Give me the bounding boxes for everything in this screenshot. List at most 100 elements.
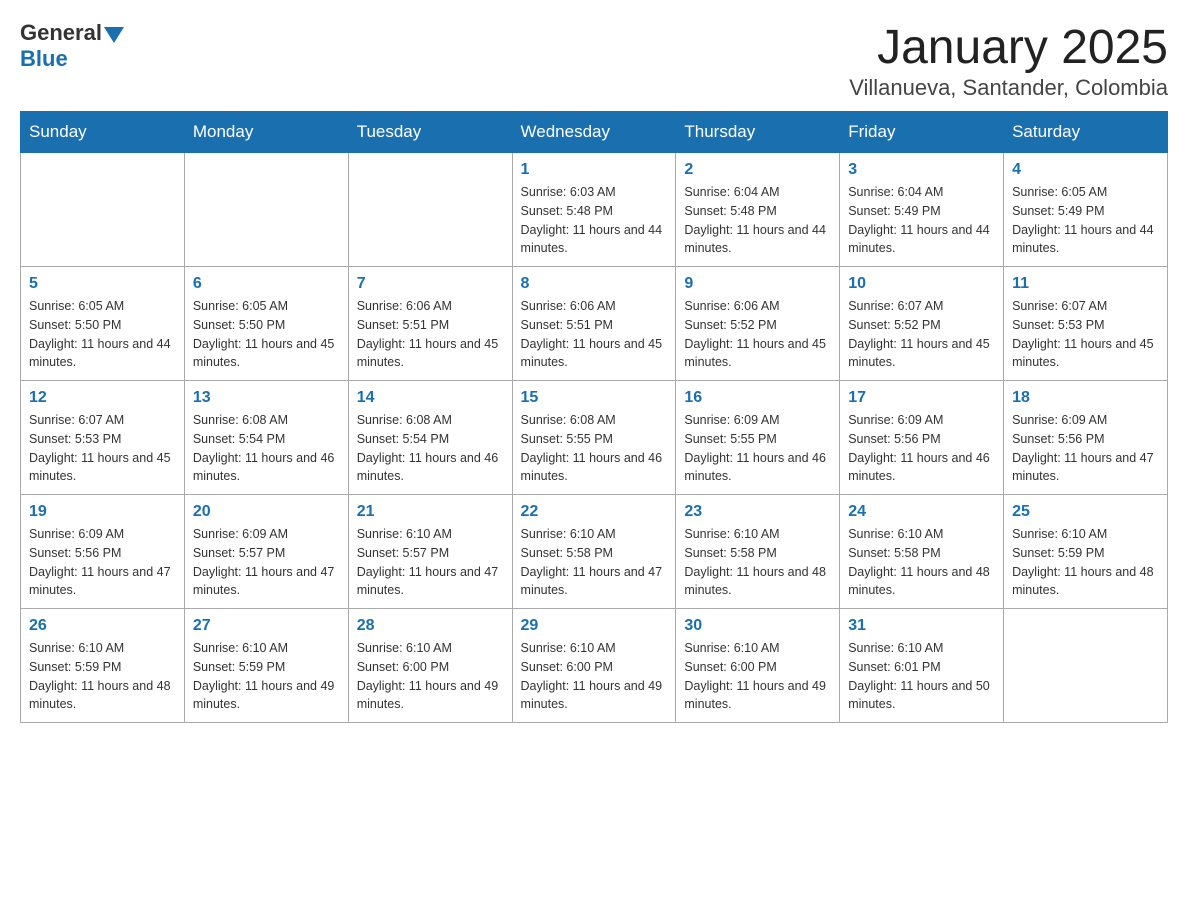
day-number: 9	[684, 275, 831, 293]
calendar-cell: 22 Sunrise: 6:10 AMSunset: 5:58 PMDayligh…	[512, 495, 676, 609]
calendar-header-thursday: Thursday	[676, 112, 840, 153]
day-info: Sunrise: 6:08 AMSunset: 5:54 PMDaylight:…	[357, 411, 504, 486]
calendar: SundayMondayTuesdayWednesdayThursdayFrid…	[20, 111, 1168, 723]
day-number: 16	[684, 389, 831, 407]
day-number: 24	[848, 503, 995, 521]
day-info: Sunrise: 6:10 AMSunset: 6:00 PMDaylight:…	[684, 639, 831, 714]
calendar-week-4: 19Sunrise: 6:09 AMSunset: 5:56 PMDayligh…	[21, 495, 1168, 609]
day-number: 5	[29, 275, 176, 293]
day-number: 25	[1012, 503, 1159, 521]
day-info: Sunrise: 6:07 AMSunset: 5:53 PMDaylight:…	[29, 411, 176, 486]
day-info: Sunrise: 6:08 AMSunset: 5:54 PMDaylight:…	[193, 411, 340, 486]
day-info: Sunrise: 6:09 AMSunset: 5:56 PMDaylight:…	[1012, 411, 1159, 486]
calendar-header-monday: Monday	[184, 112, 348, 153]
day-info: Sunrise: 6:09 AMSunset: 5:56 PMDaylight:…	[29, 525, 176, 600]
day-number: 21	[357, 503, 504, 521]
calendar-cell: 27 Sunrise: 6:10 AMSunset: 5:59 PMDayligh…	[184, 609, 348, 723]
day-info: Sunrise: 6:10 AMSunset: 5:58 PMDaylight:…	[848, 525, 995, 600]
calendar-cell: 4 Sunrise: 6:05 AMSunset: 5:49 PMDaylight…	[1004, 153, 1168, 267]
calendar-cell: 6Sunrise: 6:05 AMSunset: 5:50 PMDaylight…	[184, 267, 348, 381]
day-number: 7	[357, 275, 504, 293]
title-area: January 2025 Villanueva, Santander, Colo…	[849, 20, 1168, 101]
day-info: Sunrise: 6:10 AMSunset: 5:59 PMDaylight:…	[1012, 525, 1159, 600]
day-info: Sunrise: 6:04 AMSunset: 5:48 PMDaylight:…	[684, 183, 831, 258]
day-number: 2	[684, 161, 831, 179]
day-number: 23	[684, 503, 831, 521]
day-number: 8	[521, 275, 668, 293]
logo-triangle-icon	[104, 27, 124, 43]
calendar-cell	[348, 153, 512, 267]
day-info: Sunrise: 6:03 AMSunset: 5:48 PMDaylight:…	[521, 183, 668, 258]
calendar-cell: 28 Sunrise: 6:10 AMSunset: 6:00 PMDayligh…	[348, 609, 512, 723]
day-number: 6	[193, 275, 340, 293]
day-info: Sunrise: 6:09 AMSunset: 5:56 PMDaylight:…	[848, 411, 995, 486]
day-info: Sunrise: 6:08 AMSunset: 5:55 PMDaylight:…	[521, 411, 668, 486]
day-number: 10	[848, 275, 995, 293]
day-number: 15	[521, 389, 668, 407]
calendar-cell: 5 Sunrise: 6:05 AMSunset: 5:50 PMDaylight…	[21, 267, 185, 381]
calendar-cell: 19Sunrise: 6:09 AMSunset: 5:56 PMDayligh…	[21, 495, 185, 609]
day-number: 28	[357, 617, 504, 635]
day-info: Sunrise: 6:10 AMSunset: 5:59 PMDaylight:…	[193, 639, 340, 714]
day-number: 4	[1012, 161, 1159, 179]
day-number: 27	[193, 617, 340, 635]
calendar-cell: 24 Sunrise: 6:10 AMSunset: 5:58 PMDayligh…	[840, 495, 1004, 609]
day-info: Sunrise: 6:06 AMSunset: 5:51 PMDaylight:…	[521, 297, 668, 372]
calendar-cell	[1004, 609, 1168, 723]
calendar-header-saturday: Saturday	[1004, 112, 1168, 153]
day-number: 14	[357, 389, 504, 407]
day-info: Sunrise: 6:07 AMSunset: 5:52 PMDaylight:…	[848, 297, 995, 372]
calendar-header-tuesday: Tuesday	[348, 112, 512, 153]
calendar-cell: 11Sunrise: 6:07 AMSunset: 5:53 PMDayligh…	[1004, 267, 1168, 381]
calendar-cell: 20Sunrise: 6:09 AMSunset: 5:57 PMDayligh…	[184, 495, 348, 609]
logo-blue: Blue	[20, 46, 68, 71]
day-number: 26	[29, 617, 176, 635]
calendar-cell: 31 Sunrise: 6:10 AMSunset: 6:01 PMDayligh…	[840, 609, 1004, 723]
calendar-cell: 14 Sunrise: 6:08 AMSunset: 5:54 PMDayligh…	[348, 381, 512, 495]
calendar-cell: 3 Sunrise: 6:04 AMSunset: 5:49 PMDaylight…	[840, 153, 1004, 267]
day-number: 11	[1012, 275, 1159, 293]
day-info: Sunrise: 6:06 AMSunset: 5:52 PMDaylight:…	[684, 297, 831, 372]
calendar-cell: 13 Sunrise: 6:08 AMSunset: 5:54 PMDayligh…	[184, 381, 348, 495]
calendar-cell: 2 Sunrise: 6:04 AMSunset: 5:48 PMDaylight…	[676, 153, 840, 267]
month-title: January 2025	[849, 20, 1168, 75]
day-info: Sunrise: 6:10 AMSunset: 5:58 PMDaylight:…	[521, 525, 668, 600]
calendar-header-friday: Friday	[840, 112, 1004, 153]
day-info: Sunrise: 6:10 AMSunset: 6:00 PMDaylight:…	[521, 639, 668, 714]
day-info: Sunrise: 6:05 AMSunset: 5:49 PMDaylight:…	[1012, 183, 1159, 258]
calendar-cell: 23 Sunrise: 6:10 AMSunset: 5:58 PMDayligh…	[676, 495, 840, 609]
calendar-cell	[184, 153, 348, 267]
day-number: 18	[1012, 389, 1159, 407]
day-number: 30	[684, 617, 831, 635]
calendar-cell: 1Sunrise: 6:03 AMSunset: 5:48 PMDaylight…	[512, 153, 676, 267]
day-number: 13	[193, 389, 340, 407]
logo-general: General	[20, 20, 102, 46]
day-number: 29	[521, 617, 668, 635]
day-info: Sunrise: 6:05 AMSunset: 5:50 PMDaylight:…	[29, 297, 176, 372]
day-info: Sunrise: 6:10 AMSunset: 6:00 PMDaylight:…	[357, 639, 504, 714]
calendar-header-wednesday: Wednesday	[512, 112, 676, 153]
calendar-cell: 7Sunrise: 6:06 AMSunset: 5:51 PMDaylight…	[348, 267, 512, 381]
logo: General Blue	[20, 20, 124, 72]
day-info: Sunrise: 6:10 AMSunset: 5:58 PMDaylight:…	[684, 525, 831, 600]
location-title: Villanueva, Santander, Colombia	[849, 75, 1168, 101]
day-info: Sunrise: 6:09 AMSunset: 5:55 PMDaylight:…	[684, 411, 831, 486]
day-info: Sunrise: 6:10 AMSunset: 6:01 PMDaylight:…	[848, 639, 995, 714]
calendar-header-sunday: Sunday	[21, 112, 185, 153]
day-number: 22	[521, 503, 668, 521]
calendar-week-1: 1Sunrise: 6:03 AMSunset: 5:48 PMDaylight…	[21, 153, 1168, 267]
header: General Blue January 2025 Villanueva, Sa…	[20, 20, 1168, 101]
calendar-cell: 26Sunrise: 6:10 AMSunset: 5:59 PMDayligh…	[21, 609, 185, 723]
calendar-cell: 18 Sunrise: 6:09 AMSunset: 5:56 PMDayligh…	[1004, 381, 1168, 495]
calendar-cell: 29 Sunrise: 6:10 AMSunset: 6:00 PMDayligh…	[512, 609, 676, 723]
calendar-week-2: 5 Sunrise: 6:05 AMSunset: 5:50 PMDaylight…	[21, 267, 1168, 381]
day-info: Sunrise: 6:04 AMSunset: 5:49 PMDaylight:…	[848, 183, 995, 258]
calendar-week-5: 26 Sunrise: 6:10 AMSunset: 5:59 PMDayligh…	[21, 609, 1168, 723]
day-number: 31	[848, 617, 995, 635]
day-number: 3	[848, 161, 995, 179]
day-info: Sunrise: 6:10 AMSunset: 5:57 PMDaylight:…	[357, 525, 504, 600]
calendar-cell: 25 Sunrise: 6:10 AMSunset: 5:59 PMDayligh…	[1004, 495, 1168, 609]
day-number: 20	[193, 503, 340, 521]
day-number: 17	[848, 389, 995, 407]
calendar-cell: 8 Sunrise: 6:06 AMSunset: 5:51 PMDaylight…	[512, 267, 676, 381]
